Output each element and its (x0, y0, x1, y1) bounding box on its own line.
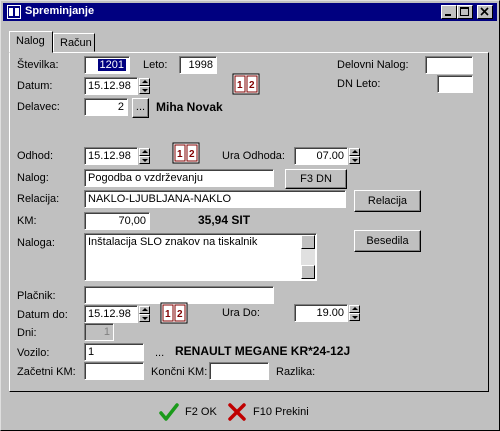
zacetni-km-input[interactable] (84, 362, 144, 380)
vozilo-label: Vozilo: (17, 347, 50, 359)
naloga-scrollbar[interactable] (301, 235, 315, 279)
leto-label: Leto: (143, 59, 168, 71)
km-input[interactable]: 70,00 (84, 212, 150, 230)
scroll-down-arrow[interactable] (301, 265, 315, 279)
svg-text:1: 1 (177, 149, 183, 160)
scroll-up-arrow[interactable] (301, 235, 315, 249)
nalog-input[interactable]: Pogodba o vzdrževanju (84, 169, 274, 187)
nalog-label: Nalog: (17, 172, 49, 184)
ura-odhoda-input[interactable]: 07.00 (294, 147, 348, 165)
tab-racun-label: Račun (60, 37, 92, 49)
datum-input[interactable]: 15.12.98 (84, 77, 138, 95)
stevilka-input[interactable]: 1201 (84, 56, 130, 74)
calendar-icon[interactable]: 1 2 (160, 302, 188, 324)
placnik-label: Plačnik: (17, 290, 56, 302)
minimize-button[interactable] (441, 5, 457, 19)
vozilo-lookup[interactable]: ... (155, 347, 164, 359)
relacija-button[interactable]: Relacija (354, 190, 421, 212)
odhod-spinner[interactable] (139, 148, 150, 164)
dialog-window: Spreminjanje Nalog Račun Številka: 1201 … (0, 0, 500, 431)
zacetni-km-label: Začetni KM: (17, 366, 76, 378)
besedila-button[interactable]: Besedila (354, 230, 421, 252)
calendar-icon[interactable]: 1 2 (172, 142, 200, 164)
dn-leto-label: DN Leto: (337, 78, 381, 90)
svg-text:2: 2 (249, 80, 255, 91)
maximize-button[interactable] (457, 5, 473, 19)
vozilo-name: RENAULT MEGANE KR*24-12J (175, 344, 351, 358)
koncni-km-label: Končni KM: (151, 366, 208, 378)
odhod-input[interactable]: 15.12.98 (84, 147, 138, 165)
km-amount: 35,94 SIT (198, 213, 251, 227)
svg-text:2: 2 (177, 309, 183, 320)
ok-button[interactable]: F2 OK (159, 401, 217, 423)
svg-text:2: 2 (189, 149, 195, 160)
check-icon (159, 403, 179, 421)
delovni-nalog-input[interactable] (425, 56, 473, 74)
km-label: KM: (17, 215, 37, 227)
relacija-label: Relacija: (17, 193, 60, 205)
delovni-nalog-label: Delovni Nalog: (337, 59, 409, 71)
datum-do-spinner[interactable] (139, 306, 150, 322)
ura-do-spinner[interactable] (349, 305, 360, 321)
prekini-button[interactable]: F10 Prekini (227, 401, 309, 423)
delavec-input[interactable]: 2 (84, 98, 128, 116)
svg-text:1: 1 (165, 309, 171, 320)
relacija-input[interactable]: NAKLO-LJUBLJANA-NAKLO (84, 190, 346, 208)
tab-racun[interactable]: Račun (53, 33, 95, 52)
datum-do-input[interactable]: 15.12.98 (84, 305, 138, 323)
datum-do-label: Datum do: (17, 309, 68, 321)
f3-dn-button[interactable]: F3 DN (285, 169, 347, 189)
stevilka-value: 1201 (97, 59, 126, 71)
naloga-memo[interactable]: Inštalacija SLO znakov na tiskalnik (84, 233, 317, 281)
datum-label: Datum: (17, 80, 53, 92)
window-title: Spreminjanje (25, 5, 95, 17)
minimize-icon (445, 14, 451, 16)
delavec-lookup-button[interactable]: ... (132, 98, 149, 118)
cancel-x-icon (228, 403, 246, 421)
ura-do-input[interactable]: 19.00 (294, 304, 348, 322)
ok-label: F2 OK (185, 406, 217, 418)
maximize-icon (460, 7, 469, 16)
datum-spinner[interactable] (139, 78, 150, 94)
razlika-label: Razlika: (276, 366, 316, 378)
dn-leto-input[interactable] (437, 75, 473, 93)
ura-do-label: Ura Do: (222, 307, 260, 319)
tab-nalog-label: Nalog (16, 35, 45, 47)
dni-input: 1 (84, 323, 114, 341)
odhod-label: Odhod: (17, 150, 54, 162)
ura-odhoda-label: Ura Odhoda: (222, 150, 285, 162)
tab-nalog[interactable]: Nalog (9, 31, 53, 53)
vozilo-input[interactable]: 1 (84, 343, 144, 361)
naloga-label: Naloga: (17, 237, 55, 249)
dni-label: Dni: (17, 327, 37, 339)
delavec-label: Delavec: (17, 101, 60, 113)
delavec-name: Miha Novak (156, 100, 223, 114)
ura-odhoda-spinner[interactable] (349, 148, 360, 164)
koncni-km-input[interactable] (209, 362, 269, 380)
stevilka-label: Številka: (17, 59, 59, 71)
naloga-text: Inštalacija SLO znakov na tiskalnik (88, 236, 258, 248)
title-bar[interactable]: Spreminjanje (3, 3, 497, 21)
app-icon (7, 5, 21, 19)
svg-text:1: 1 (237, 80, 243, 91)
close-icon (480, 7, 489, 16)
leto-input[interactable]: 1998 (179, 56, 217, 74)
prekini-label: F10 Prekini (253, 406, 309, 418)
calendar-icon[interactable]: 1 2 (232, 73, 260, 95)
close-button[interactable] (477, 5, 493, 19)
